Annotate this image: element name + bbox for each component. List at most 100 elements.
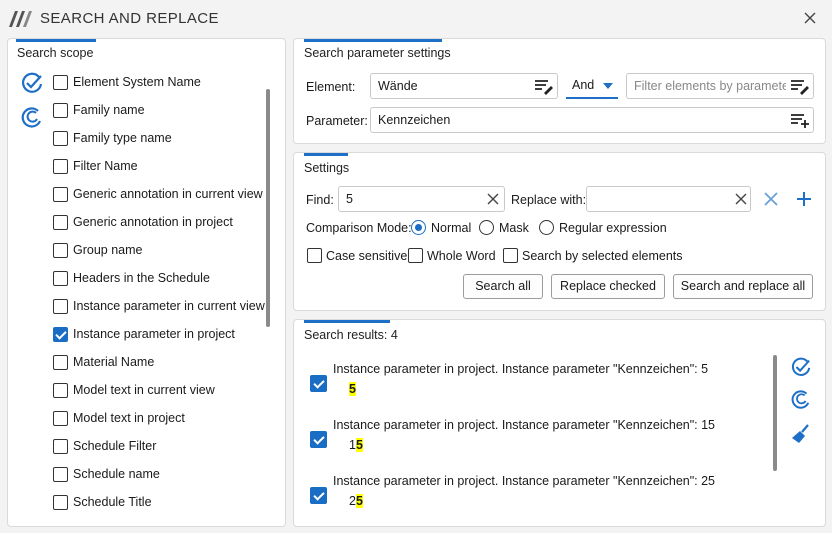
replace-checked-button[interactable]: Replace checked bbox=[551, 274, 665, 299]
search-replace-all-button[interactable]: Search and replace all bbox=[673, 274, 813, 299]
close-icon[interactable] bbox=[802, 10, 818, 26]
add-icon[interactable] bbox=[796, 191, 812, 207]
mode-mask-label: Mask bbox=[499, 221, 529, 235]
result-item[interactable]: Instance parameter in project. Instance … bbox=[303, 418, 763, 474]
scope-item-label: Schedule Title bbox=[73, 495, 152, 509]
scope-item[interactable]: Group name bbox=[16, 237, 266, 265]
scope-item-label: Model text in project bbox=[73, 411, 185, 425]
scope-item-checkbox[interactable] bbox=[53, 75, 68, 90]
scope-item-label: Headers in the Schedule bbox=[73, 271, 210, 285]
scope-item[interactable]: Instance parameter in current view bbox=[16, 293, 266, 321]
scope-item-checkbox[interactable] bbox=[53, 411, 68, 426]
whole-word-checkbox[interactable] bbox=[408, 248, 423, 263]
scope-item[interactable]: Filter Name bbox=[16, 153, 266, 181]
result-checkbox[interactable] bbox=[310, 431, 327, 448]
find-field[interactable]: 5 bbox=[338, 186, 505, 212]
radio-normal[interactable] bbox=[411, 220, 426, 235]
scope-item[interactable]: Schedule name bbox=[16, 461, 266, 489]
result-checkbox[interactable] bbox=[310, 375, 327, 392]
scope-item[interactable]: Instance parameter in project bbox=[16, 321, 266, 349]
find-label: Find: bbox=[306, 193, 334, 207]
param-settings-panel: Search parameter settings Element: Wände… bbox=[293, 38, 826, 144]
element-label: Element: bbox=[306, 80, 356, 94]
radio-regex[interactable] bbox=[539, 220, 554, 235]
search-all-button[interactable]: Search all bbox=[463, 274, 543, 299]
settings-panel: Settings Find: 5 Replace with: Compariso… bbox=[293, 152, 826, 311]
edit-list-icon[interactable] bbox=[534, 77, 554, 95]
clear-icon[interactable] bbox=[487, 193, 499, 205]
scope-item-checkbox[interactable] bbox=[53, 467, 68, 482]
parameter-value: Kennzeichen bbox=[378, 113, 451, 127]
result-title: Instance parameter in project. Instance … bbox=[333, 362, 709, 376]
scope-item-checkbox[interactable] bbox=[53, 215, 68, 230]
result-value-prefix: 2 bbox=[349, 494, 356, 508]
scope-item-label: Generic annotation in current view bbox=[73, 187, 263, 201]
settings-title: Settings bbox=[304, 161, 350, 175]
result-item[interactable]: Instance parameter in project. Instance … bbox=[303, 362, 763, 418]
scope-item-checkbox[interactable] bbox=[53, 495, 68, 510]
element-value: Wände bbox=[378, 79, 418, 93]
radio-mask[interactable] bbox=[479, 220, 494, 235]
scope-item[interactable]: Family name bbox=[16, 97, 266, 125]
clear-icon[interactable] bbox=[735, 193, 747, 205]
element-field[interactable]: Wände bbox=[370, 73, 558, 99]
mode-normal-label: Normal bbox=[431, 221, 472, 235]
operator-value: And bbox=[572, 78, 595, 92]
scope-item[interactable]: Schedule Title bbox=[16, 489, 266, 517]
scope-item-checkbox[interactable] bbox=[53, 103, 68, 118]
scope-item-checkbox[interactable] bbox=[53, 159, 68, 174]
scope-item[interactable]: Schedule Filter bbox=[16, 433, 266, 461]
remove-icon[interactable] bbox=[763, 191, 779, 207]
scope-item[interactable]: Model text in project bbox=[16, 405, 266, 433]
scope-item-label: Family name bbox=[73, 103, 145, 117]
scope-item[interactable]: Generic annotation in current view bbox=[16, 181, 266, 209]
scope-item[interactable]: Generic annotation in project bbox=[16, 209, 266, 237]
scope-item-checkbox[interactable] bbox=[53, 271, 68, 286]
chevron-down-icon bbox=[603, 83, 613, 89]
whole-word-label: Whole Word bbox=[427, 249, 496, 263]
panel-accent bbox=[304, 39, 442, 42]
filter-placeholder: Filter elements by parameter: bbox=[634, 79, 786, 93]
scope-item-checkbox[interactable] bbox=[53, 383, 68, 398]
scope-item[interactable]: Element System Name bbox=[16, 69, 266, 97]
replace-field[interactable] bbox=[586, 186, 751, 212]
result-title: Instance parameter in project. Instance … bbox=[333, 418, 716, 432]
scope-item-checkbox[interactable] bbox=[53, 355, 68, 370]
find-value: 5 bbox=[346, 192, 353, 206]
scope-item-checkbox[interactable] bbox=[53, 187, 68, 202]
check-all-icon[interactable] bbox=[790, 357, 812, 377]
case-sensitive-checkbox[interactable] bbox=[307, 248, 322, 263]
scope-item-label: Model text in current view bbox=[73, 383, 215, 397]
mode-regex-label: Regular expression bbox=[559, 221, 667, 235]
uncheck-all-icon[interactable] bbox=[790, 390, 812, 410]
scope-item-checkbox[interactable] bbox=[53, 243, 68, 258]
filter-elements-field[interactable]: Filter elements by parameter: bbox=[626, 73, 814, 99]
title-bar: SEARCH AND REPLACE bbox=[0, 0, 832, 36]
result-value: 5 bbox=[349, 382, 356, 396]
scope-item-label: Family type name bbox=[73, 131, 172, 145]
scope-item-checkbox[interactable] bbox=[53, 131, 68, 146]
window-title: SEARCH AND REPLACE bbox=[40, 10, 219, 27]
edit-list-icon[interactable] bbox=[790, 77, 810, 95]
scope-scrollbar[interactable] bbox=[266, 89, 270, 327]
scope-item[interactable]: Model text in current view bbox=[16, 377, 266, 405]
broom-icon[interactable] bbox=[791, 424, 811, 444]
result-value: 15 bbox=[349, 438, 363, 452]
app-logo-icon bbox=[8, 9, 34, 29]
parameter-field[interactable]: Kennzeichen bbox=[370, 107, 814, 133]
results-scrollbar[interactable] bbox=[773, 355, 777, 471]
result-checkbox[interactable] bbox=[310, 487, 327, 504]
scope-item-checkbox[interactable] bbox=[53, 327, 68, 342]
scope-item-checkbox[interactable] bbox=[53, 299, 68, 314]
search-results-panel: Search results: 4 Instance parameter in … bbox=[293, 319, 826, 527]
replace-label: Replace with: bbox=[511, 193, 587, 207]
scope-item-checkbox[interactable] bbox=[53, 439, 68, 454]
scope-item[interactable]: Family type name bbox=[16, 125, 266, 153]
scope-item-label: Filter Name bbox=[73, 159, 138, 173]
scope-item[interactable]: Headers in the Schedule bbox=[16, 265, 266, 293]
operator-select[interactable]: And bbox=[566, 73, 618, 99]
scope-item[interactable]: Material Name bbox=[16, 349, 266, 377]
add-list-icon[interactable] bbox=[790, 111, 810, 129]
selected-elements-checkbox[interactable] bbox=[503, 248, 518, 263]
result-item[interactable]: Instance parameter in project. Instance … bbox=[303, 474, 763, 526]
